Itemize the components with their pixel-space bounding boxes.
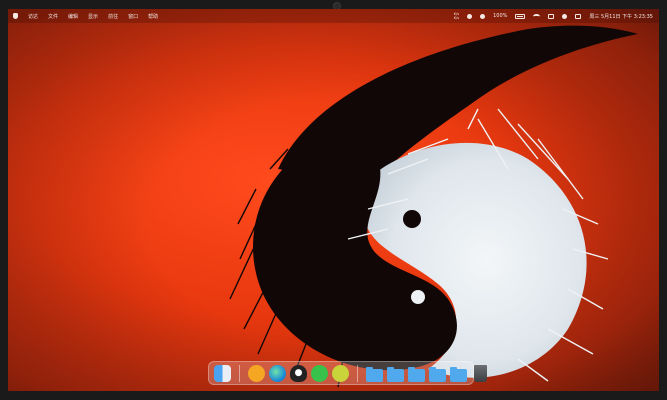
user-icon[interactable] (562, 13, 568, 19)
network-speed[interactable]: K/s K/s (454, 12, 459, 20)
menu-go[interactable]: 前往 (108, 13, 118, 20)
control-center-icon[interactable] (548, 13, 555, 19)
app-green-icon[interactable] (332, 364, 349, 382)
dock (208, 361, 487, 385)
laptop-bezel: 访达 文件 编辑 显示 前往 窗口 帮助 K/s K/s 100% 周三 5月1… (0, 0, 667, 400)
dock-separator (357, 364, 358, 382)
menu-help[interactable]: 帮助 (148, 13, 158, 20)
wifi-icon[interactable] (533, 13, 541, 19)
menu-finder[interactable]: 访达 (28, 13, 38, 20)
folder-icon[interactable] (366, 366, 383, 382)
folder-icon[interactable] (429, 366, 446, 382)
battery-icon[interactable] (515, 13, 526, 19)
desktop-screen: 访达 文件 编辑 显示 前往 窗口 帮助 K/s K/s 100% 周三 5月1… (8, 9, 659, 391)
apple-icon[interactable] (13, 13, 18, 19)
edge-icon[interactable] (269, 364, 286, 382)
yang-eye (403, 210, 421, 228)
finder-icon[interactable] (214, 364, 231, 382)
folder-icon[interactable] (408, 366, 425, 382)
qq-icon[interactable] (290, 364, 307, 382)
display-icon[interactable] (575, 13, 582, 19)
app-shield-icon[interactable] (248, 364, 265, 382)
network-download: K/s (453, 16, 460, 20)
menu-bar: 访达 文件 编辑 显示 前往 窗口 帮助 K/s K/s 100% 周三 5月1… (8, 9, 659, 23)
menu-window[interactable]: 窗口 (128, 13, 138, 20)
folder-icon[interactable] (450, 366, 467, 382)
bluetooth-icon[interactable] (480, 13, 486, 19)
folder-icon[interactable] (387, 366, 404, 382)
menu-edit[interactable]: 编辑 (68, 13, 78, 20)
trash-icon[interactable] (474, 364, 487, 382)
yin-yang-wallpaper (229, 25, 638, 388)
moon-icon[interactable] (467, 13, 473, 19)
dock-separator (239, 364, 240, 382)
battery-percent: 100% (493, 13, 508, 19)
yin-eye (411, 290, 425, 304)
menubar-clock[interactable]: 周三 5月11日 下午 3:23:35 (589, 13, 653, 20)
menu-file[interactable]: 文件 (48, 13, 58, 20)
wechat-icon[interactable] (311, 364, 328, 382)
menu-view[interactable]: 显示 (88, 13, 98, 20)
